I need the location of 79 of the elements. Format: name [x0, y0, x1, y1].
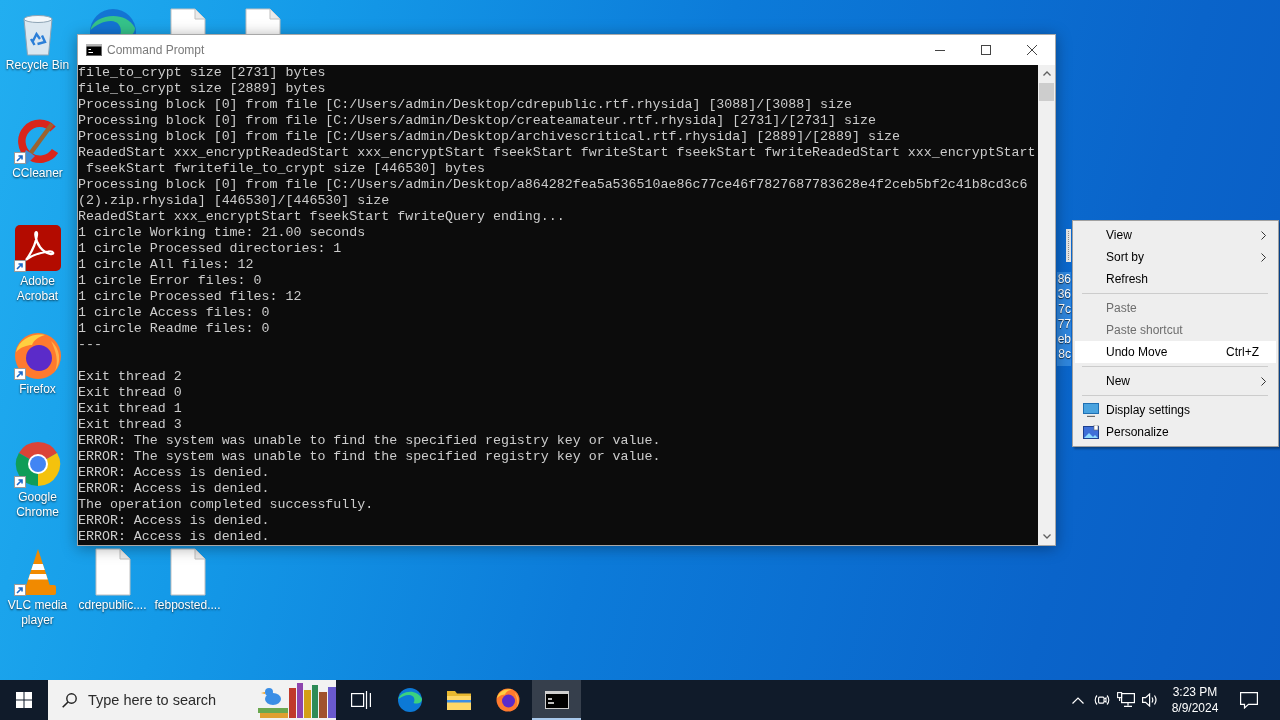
console-line: 1 circle Working time: 21.00 seconds	[78, 225, 366, 241]
console-line: Processing block [0] from file [C:/Users/admin/Desktop/createamateur.rtf.rhysida] [2731]/[2731] size	[78, 113, 876, 129]
desktop-item[interactable]: CCleaner	[0, 116, 75, 181]
folder-icon	[446, 690, 471, 710]
desktop-item[interactable]: Firefox	[0, 332, 75, 397]
terminal-icon	[86, 44, 102, 56]
desktop-item[interactable]: cdrepublic....	[75, 548, 150, 613]
desktop-item[interactable]: Recycle Bin	[0, 8, 75, 73]
scrollbar-thumb[interactable]	[1039, 83, 1054, 101]
acrobat-icon	[13, 224, 62, 272]
firefox-icon	[495, 688, 520, 712]
file-icon[interactable]	[1066, 229, 1071, 262]
desktop-item[interactable]: Google Chrome	[0, 440, 75, 520]
console-line: 1 circle Processed directories: 1	[78, 241, 342, 257]
firefox-icon	[13, 332, 62, 380]
menu-item[interactable]: View	[1075, 224, 1276, 246]
console-line: ERROR: The system was unable to find the specified registry key or value.	[78, 433, 661, 449]
menu-item[interactable]: Undo Move Ctrl+Z	[1075, 341, 1276, 363]
console-line: ERROR: Access is denied.	[78, 513, 270, 529]
window-title: Command Prompt	[107, 43, 205, 57]
console-line: Processing block [0] from file [C:/Users/admin/Desktop/archivescritical.rtf.rhysida] [2889]/[2889] size	[78, 129, 900, 145]
search-field[interactable]: Type here to search	[48, 680, 336, 720]
menu-item[interactable]: Display settings	[1075, 399, 1276, 421]
scroll-down-icon[interactable]	[1042, 534, 1051, 539]
console-line: Processing block [0] from file [C:/Users/admin/Desktop/a864282fea5a536510ae86c77ce46f7827687783628e4f2ceb5bf2c41b8cd3c6	[78, 177, 1028, 193]
minimize-icon	[935, 49, 945, 51]
desktop-item[interactable]: Adobe Acrobat	[0, 224, 75, 304]
display-icon	[1082, 403, 1099, 417]
console-line: Exit thread 2	[78, 369, 182, 385]
desktop-item[interactable]: 86 36 7c 77 eb 8c	[1057, 272, 1071, 366]
terminal-icon	[544, 691, 569, 709]
chevron-right-icon	[1261, 252, 1266, 262]
chrome-icon	[13, 440, 62, 488]
notification-icon[interactable]	[1240, 691, 1258, 709]
console-line: ERROR: Access is denied.	[78, 481, 270, 497]
network-icon[interactable]	[1117, 692, 1135, 708]
browser-icon	[397, 688, 422, 712]
chevron-right-icon	[1261, 376, 1266, 386]
scroll-up-icon[interactable]	[1042, 71, 1051, 76]
chevron-up-icon[interactable]	[1072, 696, 1084, 704]
console-line: Exit thread 0	[78, 385, 182, 401]
console-line: 1 circle Access files: 0	[78, 305, 270, 321]
desktop-item[interactable]: VLC media player	[0, 548, 75, 628]
taskbar-clock[interactable]: 3:23 PM 8/9/2024	[1162, 680, 1228, 720]
console-line: (2).zip.rhysida] [446530]/[446530] size	[78, 193, 390, 209]
console-line: 1 circle Processed files: 12	[78, 289, 302, 305]
console-line: Exit thread 1	[78, 401, 182, 417]
speaker-icon[interactable]	[1142, 693, 1158, 707]
console-line: Processing block [0] from file [C:/Users/admin/Desktop/cdrepublic.rtf.rhysida] [3088]/[3088] size	[78, 97, 852, 113]
menu-item[interactable]: Refresh	[1075, 268, 1276, 290]
search-icon	[62, 692, 77, 708]
maximize-icon	[981, 45, 991, 55]
console-line: 1 circle Error files: 0	[78, 273, 262, 289]
console-line: fseekStart fwritefile_to_crypt size [446530] bytes	[84, 161, 485, 177]
console-line: The operation completed successfully.	[78, 497, 374, 513]
console-line: ReadedStart xxx_encryptReadedStart xxx_encryptStart fseekStart fwriteStart fseekStart fwriteReadedStart xxx_encryptStart	[78, 145, 1036, 161]
start-icon	[16, 692, 32, 708]
console-line: ---	[78, 337, 102, 353]
console-line: Exit thread 3	[78, 417, 182, 433]
close-icon	[1027, 45, 1037, 55]
scrollbar[interactable]	[1038, 65, 1055, 545]
console-line: ReadedStart xxx_encryptStart fseekStart fwriteQuery ending...	[78, 209, 565, 225]
chevron-right-icon	[1261, 230, 1266, 240]
personalize-icon	[1082, 425, 1099, 439]
console-line: ERROR: Access is denied.	[78, 529, 270, 545]
camera-icon[interactable]	[1094, 692, 1110, 708]
console-line: 1 circle Readme files: 0	[78, 321, 270, 337]
console-line: file_to_crypt size [2889] bytes	[78, 81, 326, 97]
menu-item[interactable]: Sort by	[1075, 246, 1276, 268]
menu-item[interactable]: New	[1075, 370, 1276, 392]
task-view-icon	[350, 691, 371, 709]
books-icon	[258, 682, 336, 718]
taskbar-button[interactable]	[532, 680, 581, 720]
console-line: ERROR: Access is denied.	[78, 465, 270, 481]
console-line: 1 circle All files: 12	[78, 257, 254, 273]
console-line: file_to_crypt size [2731] bytes	[78, 65, 326, 81]
desktop-item[interactable]: febposted....	[150, 548, 225, 613]
menu-item[interactable]: Personalize	[1075, 421, 1276, 443]
console-line: ERROR: The system was unable to find the specified registry key or value.	[78, 449, 661, 465]
